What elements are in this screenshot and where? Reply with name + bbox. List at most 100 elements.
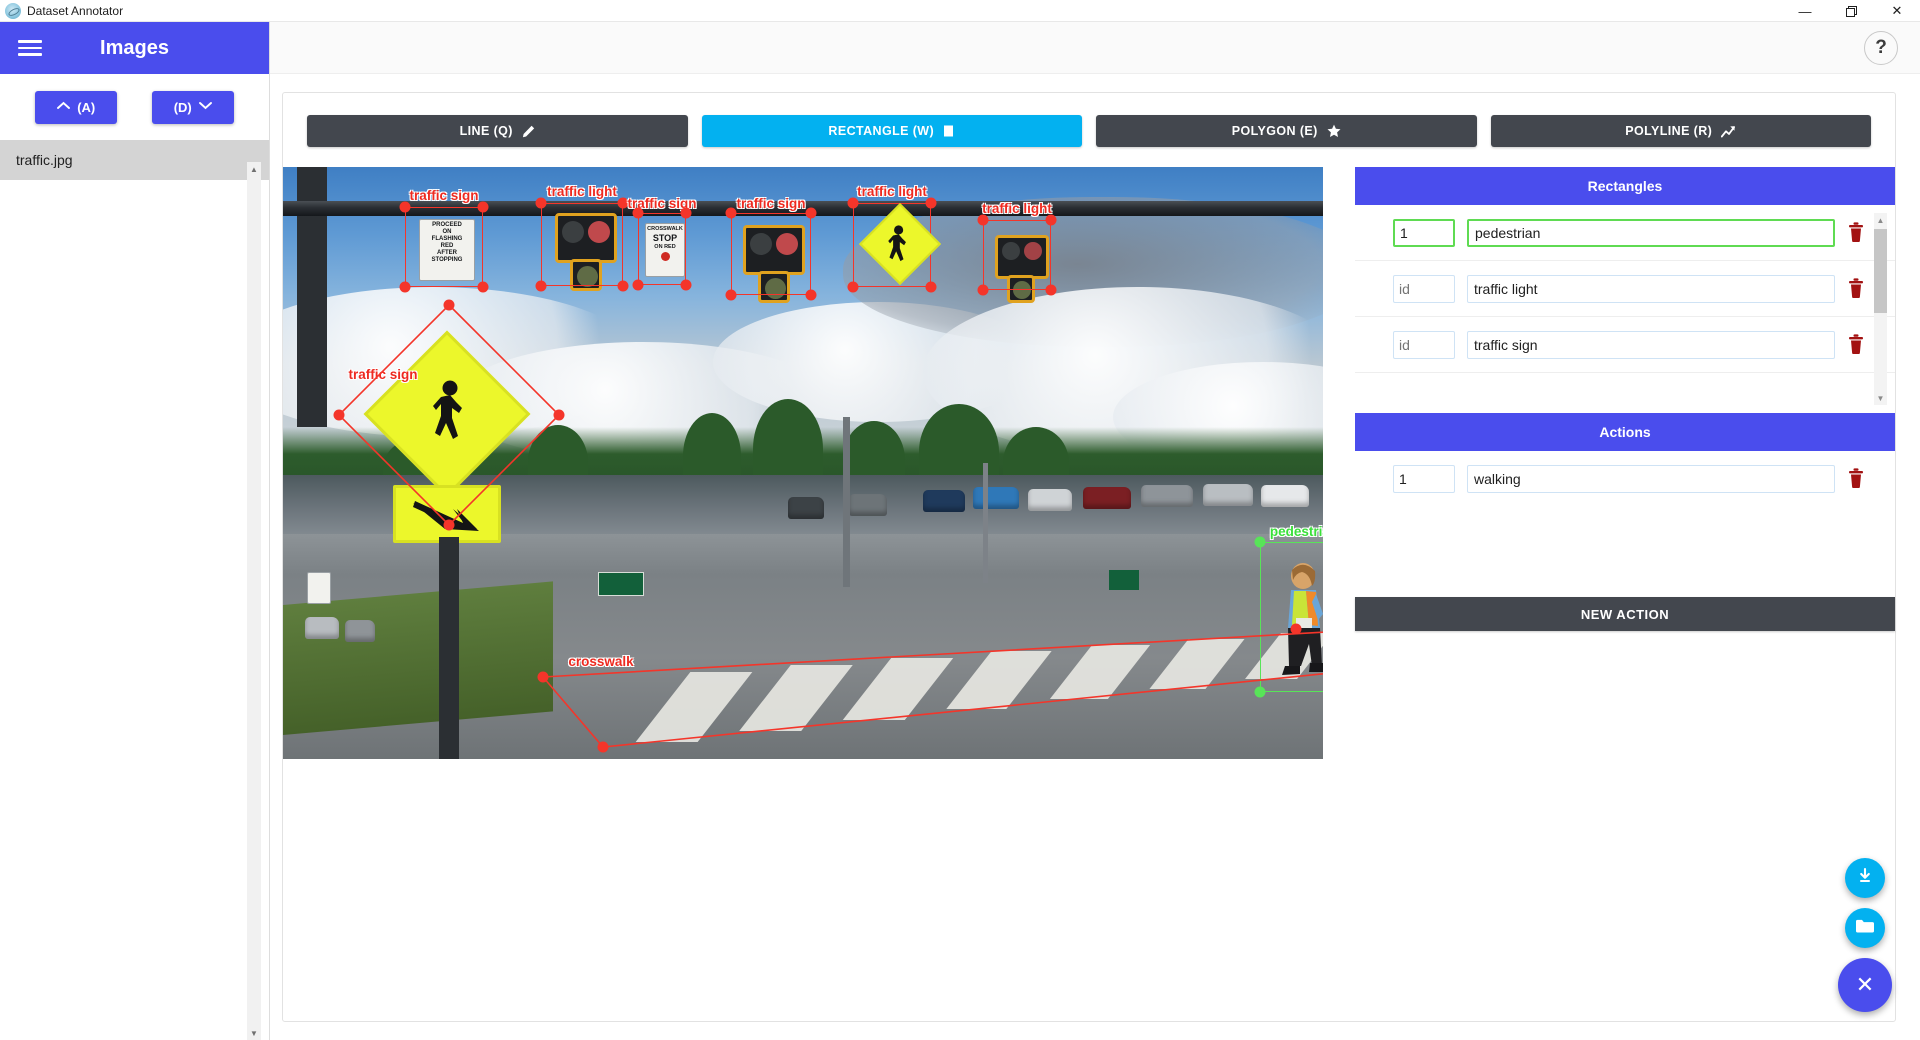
- rect-handle[interactable]: [977, 284, 989, 296]
- rectangle-id-input[interactable]: [1393, 330, 1455, 359]
- rect-handle[interactable]: [477, 281, 489, 293]
- rect-handle[interactable]: [535, 197, 547, 209]
- trash-icon[interactable]: [1847, 277, 1867, 300]
- tool-rectangle-button[interactable]: RECTANGLE (W): [701, 115, 1082, 147]
- download-fab[interactable]: [1845, 858, 1885, 898]
- trash-icon[interactable]: [1847, 333, 1867, 356]
- rectangles-panel-title: Rectangles: [1587, 178, 1663, 194]
- previous-image-label: (A): [77, 99, 96, 115]
- sidebar: Images (A) (D) traffic.jpg ▲ ▼: [0, 22, 270, 1040]
- rect-handle[interactable]: [847, 281, 859, 293]
- table-row[interactable]: [1355, 317, 1895, 373]
- tool-polyline-label: POLYLINE (R): [1625, 124, 1713, 138]
- rect-handle[interactable]: [399, 281, 411, 293]
- rect-handle[interactable]: [632, 279, 644, 291]
- annotation-rectangle[interactable]: [405, 207, 483, 287]
- trend-line-icon: [1721, 125, 1736, 138]
- polygon-handle[interactable]: [443, 299, 455, 311]
- rectangle-id-input[interactable]: [1393, 274, 1455, 303]
- rect-handle[interactable]: [632, 207, 644, 219]
- rect-handle[interactable]: [925, 281, 937, 293]
- scroll-up-arrow-icon[interactable]: ▲: [1874, 213, 1887, 227]
- rect-handle[interactable]: [977, 214, 989, 226]
- rectangle-id-input[interactable]: [1393, 218, 1455, 247]
- app-bar: ?: [270, 22, 1920, 74]
- rect-handle[interactable]: [399, 201, 411, 213]
- download-icon: [1855, 866, 1875, 891]
- minimize-button[interactable]: —: [1782, 0, 1828, 22]
- close-button[interactable]: ✕: [1874, 0, 1920, 22]
- table-row[interactable]: [1355, 451, 1895, 507]
- annotation-rectangle[interactable]: [731, 213, 811, 295]
- new-action-button[interactable]: NEW ACTION: [1355, 597, 1895, 631]
- rectangle-label-input[interactable]: [1467, 218, 1835, 247]
- rectangles-scrollbar[interactable]: ▲ ▼: [1874, 213, 1887, 405]
- tool-polyline-button[interactable]: POLYLINE (R): [1490, 115, 1871, 147]
- action-id-input[interactable]: [1393, 465, 1455, 493]
- trash-icon[interactable]: [1847, 221, 1867, 244]
- rect-handle[interactable]: [1254, 686, 1266, 698]
- rect-handle[interactable]: [805, 289, 817, 301]
- polygon-handle[interactable]: [597, 741, 609, 753]
- maximize-icon: [1845, 5, 1857, 17]
- rect-handle[interactable]: [680, 279, 692, 291]
- file-list: traffic.jpg: [0, 140, 269, 180]
- maximize-button[interactable]: [1828, 0, 1874, 22]
- sidebar-scrollbar[interactable]: ▲ ▼: [247, 162, 261, 1040]
- sidebar-header: Images: [0, 22, 269, 74]
- polygon-handle[interactable]: [333, 409, 345, 421]
- rect-handle[interactable]: [535, 280, 547, 292]
- rect-handle[interactable]: [1254, 536, 1266, 548]
- annotation-canvas[interactable]: PROCEED ON FLASHING RED AFTER STOPPING CROSSW…: [283, 167, 1323, 759]
- annotation-panels: Rectangles 1 pedestrian id traffic light…: [1355, 167, 1895, 1021]
- rect-handle[interactable]: [617, 280, 629, 292]
- open-folder-fab[interactable]: [1845, 908, 1885, 948]
- rect-handle[interactable]: [1045, 214, 1057, 226]
- scroll-down-arrow-icon[interactable]: ▼: [247, 1026, 261, 1040]
- overhead-pedestrian-glyph: [887, 225, 909, 268]
- polygon-handle[interactable]: [537, 671, 549, 683]
- annotation-rectangle-selected[interactable]: [1260, 542, 1323, 692]
- window-titlebar: Dataset Annotator — ✕: [0, 0, 1920, 22]
- rectangle-label-input[interactable]: [1467, 274, 1835, 303]
- close-fab[interactable]: ✕: [1838, 958, 1892, 1012]
- tool-polygon-button[interactable]: POLYGON (E): [1096, 115, 1477, 147]
- window-title: Dataset Annotator: [27, 3, 124, 18]
- image-traffic: PROCEED ON FLASHING RED AFTER STOPPING CROSSW…: [283, 167, 1323, 759]
- rectangle-label-input[interactable]: [1467, 330, 1835, 359]
- annotation-label: traffic light: [982, 201, 1052, 216]
- rect-handle[interactable]: [805, 207, 817, 219]
- action-label-input[interactable]: [1467, 465, 1835, 493]
- polygon-handle[interactable]: [553, 409, 565, 421]
- rect-handle[interactable]: [725, 207, 737, 219]
- polygon-handle[interactable]: [1290, 623, 1302, 635]
- annotation-rectangle[interactable]: [983, 220, 1051, 290]
- rectangles-panel-header: Rectangles: [1355, 167, 1895, 205]
- trash-icon[interactable]: [1847, 468, 1867, 490]
- rectangles-panel-body: ▲ ▼: [1355, 205, 1895, 413]
- help-button[interactable]: ?: [1864, 30, 1898, 65]
- list-item[interactable]: traffic.jpg: [0, 140, 269, 180]
- table-row[interactable]: [1355, 261, 1895, 317]
- tool-line-button[interactable]: LINE (Q): [307, 115, 688, 147]
- scroll-down-arrow-icon[interactable]: ▼: [1874, 391, 1887, 405]
- rect-handle[interactable]: [847, 197, 859, 209]
- rect-handle[interactable]: [725, 289, 737, 301]
- polygon-handle[interactable]: [443, 519, 455, 531]
- table-row[interactable]: [1355, 205, 1895, 261]
- rect-handle[interactable]: [680, 207, 692, 219]
- actions-panel-header: Actions: [1355, 413, 1895, 451]
- rect-handle[interactable]: [477, 201, 489, 213]
- scroll-up-arrow-icon[interactable]: ▲: [247, 162, 261, 176]
- annotation-rectangle[interactable]: [541, 203, 623, 286]
- rect-handle[interactable]: [1045, 284, 1057, 296]
- star-icon: [1327, 124, 1341, 138]
- hamburger-icon[interactable]: [18, 36, 42, 59]
- rect-handle[interactable]: [925, 197, 937, 209]
- annotation-rectangle[interactable]: [638, 213, 686, 285]
- chevron-up-icon: [57, 101, 71, 113]
- annotation-overlay[interactable]: traffic sign traffic light traffic sign: [283, 167, 1323, 759]
- scrollbar-thumb[interactable]: [1874, 229, 1887, 313]
- next-image-button[interactable]: (D): [151, 90, 234, 124]
- previous-image-button[interactable]: (A): [35, 90, 118, 124]
